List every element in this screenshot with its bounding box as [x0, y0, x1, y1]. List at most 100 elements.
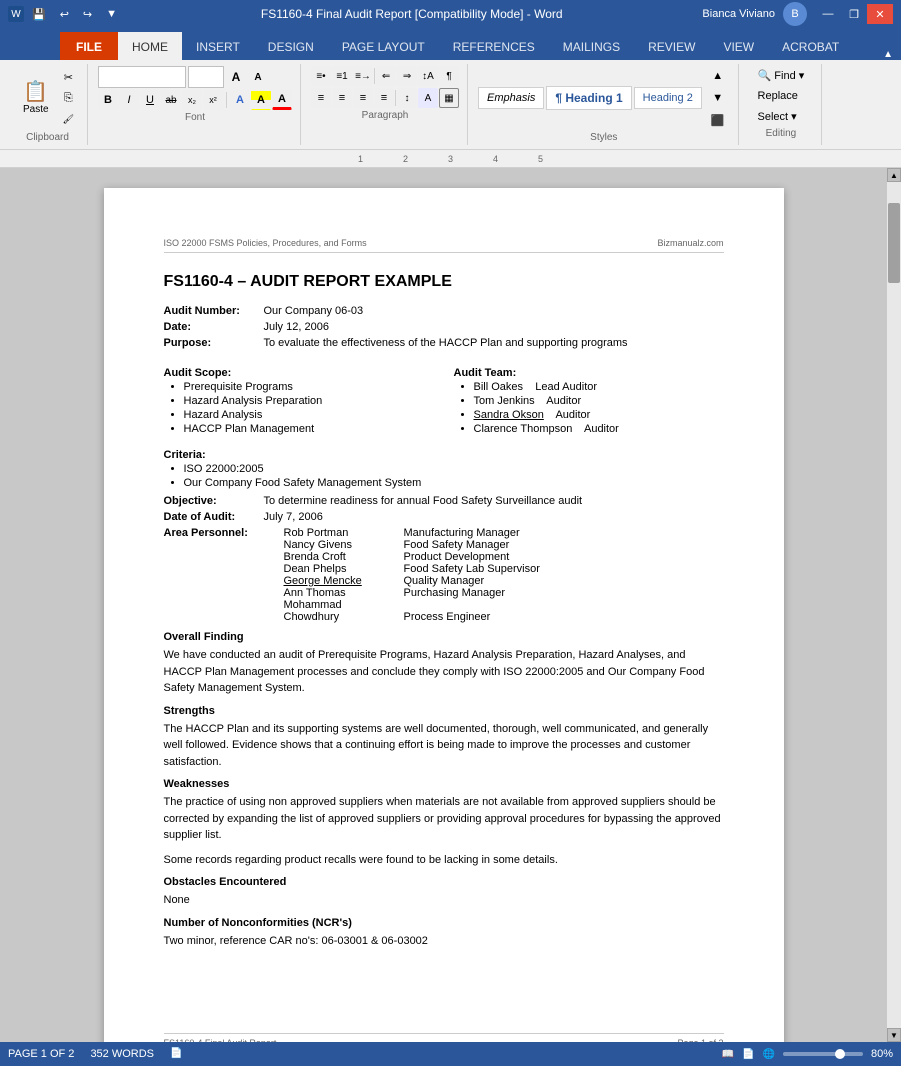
track-changes-icon: 📄 [170, 1048, 182, 1060]
objective-field: Objective: To determine readiness for an… [164, 495, 724, 507]
select-button[interactable]: Select ▾ [749, 107, 806, 126]
tab-references[interactable]: REFERENCES [439, 32, 549, 60]
styles-more-btn[interactable]: ⬛ [706, 110, 730, 130]
align-center-btn[interactable]: ≡ [332, 88, 352, 108]
scroll-down-btn[interactable]: ▼ [887, 1028, 901, 1042]
vertical-scrollbar[interactable]: ▲ ▼ [887, 168, 901, 1042]
multilevel-btn[interactable]: ≡→ [353, 66, 373, 86]
search-icon: 🔍 [758, 70, 772, 82]
ruler-mark: 1 [358, 154, 363, 164]
increase-indent-btn[interactable]: ⇒ [397, 66, 417, 86]
ap-row-5: George Mencke Quality Manager [284, 575, 540, 587]
italic-btn[interactable]: I [119, 90, 139, 110]
font-divider [226, 92, 227, 108]
document-area: ISO 22000 FSMS Policies, Procedures, and… [0, 168, 901, 1042]
font-size-input[interactable]: 12 [188, 66, 224, 88]
tab-file[interactable]: FILE [60, 32, 118, 60]
criteria-list: ISO 22000:2005 Our Company Food Safety M… [184, 463, 724, 489]
style-heading2[interactable]: Heading 2 [634, 87, 702, 109]
area-personnel-label: Area Personnel: [164, 527, 284, 623]
font-color-btn[interactable]: A [272, 90, 292, 110]
superscript-btn[interactable]: x² [203, 90, 223, 110]
criteria-item-1: ISO 22000:2005 [184, 463, 724, 475]
highlight-btn[interactable]: A [251, 90, 271, 110]
format-painter-btn[interactable]: 🖌 [58, 109, 79, 129]
tab-acrobat[interactable]: ACROBAT [768, 32, 853, 60]
style-heading1[interactable]: ¶ Heading 1 [546, 86, 631, 110]
tab-mailings[interactable]: MAILINGS [549, 32, 634, 60]
save-quick-btn[interactable]: 💾 [28, 6, 50, 23]
maximize-btn[interactable]: ❐ [841, 4, 867, 24]
clipboard-label: Clipboard [26, 132, 69, 143]
quick-access-toolbar: 💾 ↩ ↪ ▼ [28, 6, 121, 23]
print-layout-btn[interactable]: 📄 [742, 1049, 754, 1060]
tab-page-layout[interactable]: PAGE LAYOUT [328, 32, 439, 60]
bullets-btn[interactable]: ≡• [311, 66, 331, 86]
ap-row-7: Mohammad [284, 599, 540, 611]
area-personnel-content: Rob Portman Manufacturing Manager Nancy … [284, 527, 540, 623]
area-personnel-section: Area Personnel: Rob Portman Manufacturin… [164, 527, 724, 623]
font-name-input[interactable]: Arial [98, 66, 186, 88]
zoom-thumb[interactable] [835, 1049, 845, 1059]
read-mode-btn[interactable]: 📖 [722, 1049, 734, 1060]
strikethrough-btn[interactable]: ab [161, 90, 181, 110]
tab-review[interactable]: REVIEW [634, 32, 709, 60]
subscript-btn[interactable]: x₂ [182, 90, 202, 110]
close-btn[interactable]: ✕ [867, 4, 893, 24]
scroll-up-btn[interactable]: ▲ [887, 168, 901, 182]
paste-icon: 📋 [23, 82, 48, 102]
tab-view[interactable]: VIEW [709, 32, 768, 60]
decrease-indent-btn[interactable]: ⇐ [376, 66, 396, 86]
styles-scroll-down-btn[interactable]: ▼ [706, 88, 730, 108]
ncr-text: Two minor, reference CAR no's: 06-03001 … [164, 933, 724, 950]
style-emphasis[interactable]: Emphasis [478, 87, 544, 109]
undo-quick-btn[interactable]: ↩ [56, 6, 73, 23]
show-hide-btn[interactable]: ¶ [439, 66, 459, 86]
ruler: 1 2 3 4 5 [0, 150, 901, 168]
copy-btn[interactable]: ⎘ [58, 88, 79, 108]
borders-btn[interactable]: ▦ [439, 88, 459, 108]
align-right-btn[interactable]: ≡ [353, 88, 373, 108]
zoom-slider[interactable] [783, 1052, 863, 1056]
styles-label: Styles [590, 132, 617, 143]
font-size-decrease-btn[interactable]: A [248, 67, 268, 87]
page-footer: FS1160-4 Final Audit Report Page 1 of 2 [164, 1033, 724, 1042]
tab-design[interactable]: DESIGN [254, 32, 328, 60]
paste-button[interactable]: 📋 Paste [16, 77, 56, 120]
minimize-btn[interactable]: — [815, 4, 841, 24]
shading-btn[interactable]: A [418, 88, 438, 108]
scroll-thumb[interactable] [888, 203, 900, 283]
status-right: 📖 📄 🌐 80% [722, 1048, 893, 1060]
bold-btn[interactable]: B [98, 90, 118, 110]
styles-scroll-up-btn[interactable]: ▲ [706, 66, 730, 86]
find-button[interactable]: 🔍 Find ▾ [749, 66, 814, 85]
line-spacing-btn[interactable]: ↕ [397, 88, 417, 108]
date-label: Date: [164, 321, 264, 333]
scroll-track[interactable] [887, 182, 901, 1028]
window-title: FS1160-4 Final Audit Report [Compatibili… [121, 7, 702, 21]
justify-btn[interactable]: ≡ [374, 88, 394, 108]
text-effects-btn[interactable]: A [230, 90, 250, 110]
redo-quick-btn[interactable]: ↪ [79, 6, 96, 23]
web-layout-btn[interactable]: 🌐 [763, 1049, 775, 1060]
ribbon-toggle-btn[interactable]: ▲ [883, 49, 893, 60]
font-size-increase-btn[interactable]: A [226, 67, 246, 87]
cut-btn[interactable]: ✂ [58, 67, 79, 87]
sort-btn[interactable]: ↕A [418, 66, 438, 86]
audit-team-title: Audit Team: [454, 367, 724, 379]
document-scroll[interactable]: ISO 22000 FSMS Policies, Procedures, and… [0, 168, 887, 1042]
underline-btn[interactable]: U [140, 90, 160, 110]
font-group: Arial 12 A A B I U ab x₂ x² A A A [90, 64, 301, 145]
audit-scope-title: Audit Scope: [164, 367, 434, 379]
tab-home[interactable]: HOME [118, 32, 182, 60]
replace-button[interactable]: Replace [749, 87, 814, 105]
team-member-4: Clarence Thompson Auditor [474, 423, 724, 435]
numbering-btn[interactable]: ≡1 [332, 66, 352, 86]
tab-insert[interactable]: INSERT [182, 32, 254, 60]
editing-label: Editing [766, 128, 797, 139]
align-left-btn[interactable]: ≡ [311, 88, 331, 108]
ap-row-6: Ann Thomas Purchasing Manager [284, 587, 540, 599]
criteria-item-2: Our Company Food Safety Management Syste… [184, 477, 724, 489]
ribbon: FILE HOME INSERT DESIGN PAGE LAYOUT REFE… [0, 28, 901, 150]
customize-quick-btn[interactable]: ▼ [102, 6, 121, 22]
